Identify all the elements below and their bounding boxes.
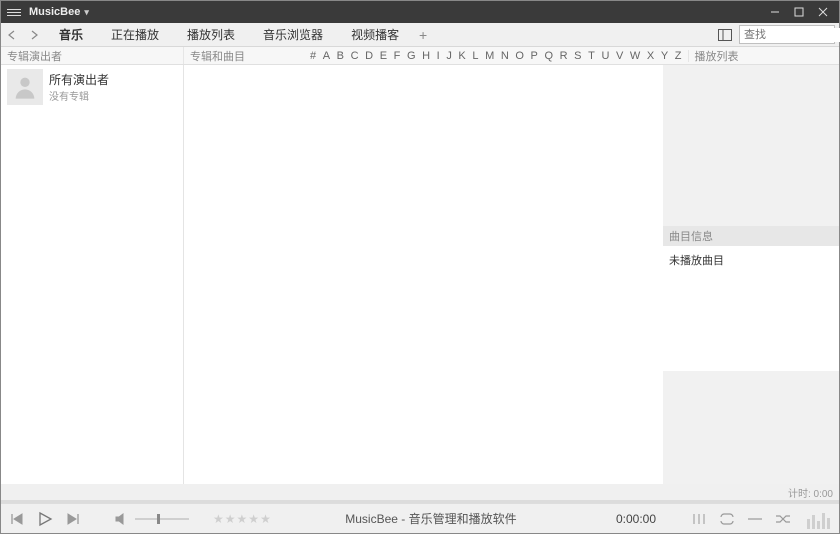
add-tab-button[interactable]: +	[413, 23, 433, 46]
col-right-header[interactable]: 播放列表	[689, 47, 840, 64]
artist-sub: 没有专辑	[49, 88, 109, 103]
tab-bar: 音乐 正在播放 播放列表 音乐浏览器 视频播客 +	[1, 23, 839, 47]
alpha-d[interactable]: D	[365, 50, 373, 62]
line-button[interactable]	[745, 509, 765, 529]
alpha-t[interactable]: T	[588, 50, 595, 62]
artist-panel: 所有演出者 没有专辑	[1, 65, 184, 484]
volume-icon[interactable]	[111, 509, 131, 529]
track-info-header: 曲目信息	[663, 226, 839, 246]
alpha-x[interactable]: X	[647, 50, 654, 62]
column-headers: 专辑演出者 专辑和曲目 # A B C D E F G H I J K L M …	[1, 47, 839, 65]
next-button[interactable]	[63, 509, 83, 529]
maximize-button[interactable]	[787, 1, 811, 23]
chevron-down-icon: ▾	[84, 7, 89, 18]
tabs: 音乐 正在播放 播放列表 音乐浏览器 视频播客	[45, 23, 413, 46]
play-button[interactable]	[35, 509, 55, 529]
player-bar: ★★★★★ MusicBee - 音乐管理和播放软件 0:00:00	[1, 503, 839, 533]
alpha-a[interactable]: A	[323, 50, 330, 62]
artist-row[interactable]: 所有演出者 没有专辑	[1, 65, 183, 109]
alpha-l[interactable]: L	[472, 50, 478, 62]
alpha-y[interactable]: Y	[661, 50, 668, 62]
visualizer-icon[interactable]	[807, 509, 833, 529]
shuffle-button[interactable]	[773, 509, 793, 529]
alpha-q[interactable]: Q	[544, 50, 553, 62]
menu-icon[interactable]	[5, 6, 23, 19]
alpha-h[interactable]: H	[422, 50, 430, 62]
status-strip: 计时: 0:00	[1, 484, 839, 500]
titlebar: MusicBee ▾	[1, 1, 839, 23]
app-window: MusicBee ▾ 音乐 正在播放 播放列表 音乐浏览器 视频播客 + 专辑演…	[0, 0, 840, 534]
track-info-body: 未播放曲目	[663, 246, 839, 371]
playback-time: 0:00:00	[591, 512, 681, 526]
right-panel: 曲目信息 未播放曲目	[663, 65, 839, 484]
search-input[interactable]	[740, 28, 840, 42]
avatar-icon	[7, 69, 43, 105]
tab-video-podcast[interactable]: 视频播客	[337, 23, 413, 46]
col-left-header[interactable]: 专辑演出者	[1, 47, 184, 64]
tab-music[interactable]: 音乐	[45, 23, 97, 46]
now-playing-title: MusicBee - 音乐管理和播放软件	[279, 510, 583, 527]
artist-name: 所有演出者	[49, 71, 109, 88]
album-track-panel	[184, 65, 663, 484]
alpha-c[interactable]: C	[351, 50, 359, 62]
close-button[interactable]	[811, 1, 835, 23]
panel-layout-button[interactable]	[713, 23, 737, 46]
rating-stars[interactable]: ★★★★★	[213, 513, 271, 525]
volume-slider[interactable]	[135, 518, 189, 520]
nav-forward-button[interactable]	[23, 23, 45, 46]
playlist-panel	[663, 65, 839, 226]
artist-meta: 所有演出者 没有专辑	[49, 71, 109, 103]
equalizer-button[interactable]	[689, 509, 709, 529]
search-box[interactable]	[739, 25, 835, 44]
minimize-button[interactable]	[763, 1, 787, 23]
tab-playlists[interactable]: 播放列表	[173, 23, 249, 46]
timer-label: 计时: 0:00	[788, 485, 833, 500]
alpha-m[interactable]: M	[485, 50, 494, 62]
alpha-n[interactable]: N	[501, 50, 509, 62]
tab-music-browser[interactable]: 音乐浏览器	[249, 23, 337, 46]
alpha-w[interactable]: W	[630, 50, 640, 62]
alpha-j[interactable]: J	[446, 50, 452, 62]
nav-back-button[interactable]	[1, 23, 23, 46]
alpha-b[interactable]: B	[337, 50, 344, 62]
alpha-hash[interactable]: #	[310, 50, 316, 62]
alpha-u[interactable]: U	[601, 50, 609, 62]
prev-button[interactable]	[7, 509, 27, 529]
alpha-k[interactable]: K	[458, 50, 465, 62]
alphabet-index: # A B C D E F G H I J K L M N O P Q R S …	[304, 50, 689, 62]
app-title-text: MusicBee	[29, 6, 80, 18]
app-title[interactable]: MusicBee ▾	[29, 6, 89, 18]
alpha-p[interactable]: P	[531, 50, 538, 62]
alpha-g[interactable]: G	[407, 50, 416, 62]
volume-group	[111, 509, 189, 529]
alpha-z[interactable]: Z	[675, 50, 682, 62]
alpha-r[interactable]: R	[560, 50, 568, 62]
alpha-v[interactable]: V	[616, 50, 623, 62]
alpha-o[interactable]: O	[515, 50, 524, 62]
tab-now-playing[interactable]: 正在播放	[97, 23, 173, 46]
alpha-s[interactable]: S	[574, 50, 581, 62]
col-center-header[interactable]: 专辑和曲目	[184, 47, 304, 64]
alpha-f[interactable]: F	[394, 50, 401, 62]
alpha-e[interactable]: E	[380, 50, 387, 62]
alpha-i[interactable]: I	[437, 50, 440, 62]
main-body: 所有演出者 没有专辑 曲目信息 未播放曲目	[1, 65, 839, 484]
repeat-button[interactable]	[717, 509, 737, 529]
